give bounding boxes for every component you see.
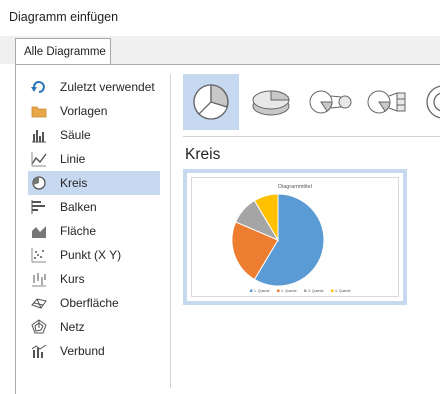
- category-label: Punkt (X Y): [60, 248, 122, 262]
- subtype-3d-pie[interactable]: [241, 74, 297, 130]
- legend-label: 2. Quartal: [281, 289, 297, 293]
- scatter-chart-icon: [31, 247, 47, 263]
- bar-chart-icon: [31, 199, 47, 215]
- chart-preview-canvas: Diagrammtitel 1. Quartal 2. Quartal 3. Qua…: [191, 177, 399, 297]
- subtype-pie-of-pie[interactable]: [299, 74, 355, 130]
- pie-of-pie-icon: [309, 90, 352, 114]
- pie-icon: [193, 84, 229, 120]
- pie-slices: [231, 193, 325, 287]
- legend-swatch: [304, 289, 307, 292]
- category-radar[interactable]: Netz: [28, 315, 160, 339]
- line-chart-icon: [31, 151, 47, 167]
- category-label: Linie: [60, 152, 86, 166]
- pie-chart: Diagrammtitel 1. Quartal 2. Quartal 3. Qua…: [231, 184, 351, 293]
- column-chart-icon: [31, 127, 47, 143]
- category-label: Fläche: [60, 224, 97, 238]
- category-line[interactable]: Linie: [28, 147, 160, 171]
- chart-title: Diagrammtitel: [278, 184, 312, 190]
- category-recent[interactable]: Zuletzt verwendet: [28, 75, 160, 99]
- chart-type-heading: Kreis: [185, 146, 221, 163]
- area-chart-icon: [31, 223, 47, 239]
- legend-label: 3. Quartal: [308, 289, 324, 293]
- recent-icon: [31, 79, 47, 95]
- category-bar[interactable]: Balken: [28, 195, 160, 219]
- legend-swatch: [331, 289, 334, 292]
- category-label: Verbund: [60, 344, 105, 358]
- category-combo[interactable]: Verbund: [28, 339, 160, 363]
- category-surface[interactable]: Oberfläche: [28, 291, 160, 315]
- category-label: Vorlagen: [60, 104, 108, 118]
- subtype-bar-of-pie[interactable]: [357, 74, 413, 130]
- bar-of-pie-icon: [367, 90, 406, 114]
- subtype-pie[interactable]: [183, 74, 239, 130]
- 3d-pie-icon: [252, 90, 290, 116]
- category-label: Oberfläche: [60, 296, 119, 310]
- stock-chart-icon: [31, 271, 47, 287]
- category-label: Zuletzt verwendet: [60, 80, 155, 94]
- dialog-titlebar: Diagramm einfügen: [0, 0, 440, 36]
- subtype-doughnut[interactable]: [415, 74, 440, 130]
- category-label: Balken: [60, 200, 97, 214]
- category-templates[interactable]: Vorlagen: [28, 99, 160, 123]
- category-stock[interactable]: Kurs: [28, 267, 160, 291]
- legend-label: 4. Quartal: [335, 289, 351, 293]
- legend-label: 1. Quartal: [254, 289, 270, 293]
- legend-swatch: [277, 289, 280, 292]
- category-column[interactable]: Säule: [28, 123, 160, 147]
- category-scatter[interactable]: Punkt (X Y): [28, 243, 160, 267]
- category-pie[interactable]: Kreis: [28, 171, 160, 195]
- radar-chart-icon: [31, 319, 47, 335]
- sidebar-divider: [170, 74, 171, 388]
- tab-all-charts[interactable]: Alle Diagramme: [15, 38, 111, 65]
- folder-icon: [31, 103, 47, 119]
- chart-category-list: Zuletzt verwendet Vorlagen Säule Linie K…: [28, 75, 160, 363]
- surface-chart-icon: [31, 295, 47, 311]
- category-area[interactable]: Fläche: [28, 219, 160, 243]
- category-label: Säule: [60, 128, 91, 142]
- category-label: Kurs: [60, 272, 85, 286]
- category-label: Kreis: [60, 176, 88, 190]
- legend-swatch: [250, 289, 253, 292]
- chart-preview[interactable]: Diagrammtitel 1. Quartal 2. Quartal 3. Qua…: [183, 169, 407, 305]
- pie-chart-icon: [31, 175, 47, 191]
- doughnut-icon: [426, 85, 440, 119]
- combo-chart-icon: [31, 343, 47, 359]
- chart-subtype-gallery: [183, 74, 440, 132]
- category-label: Netz: [60, 320, 85, 334]
- dialog-title: Diagramm einfügen: [9, 10, 119, 24]
- gallery-separator: [183, 136, 440, 137]
- chart-legend: 1. Quartal 2. Quartal 3. Quartal 4. Quartal: [250, 289, 351, 293]
